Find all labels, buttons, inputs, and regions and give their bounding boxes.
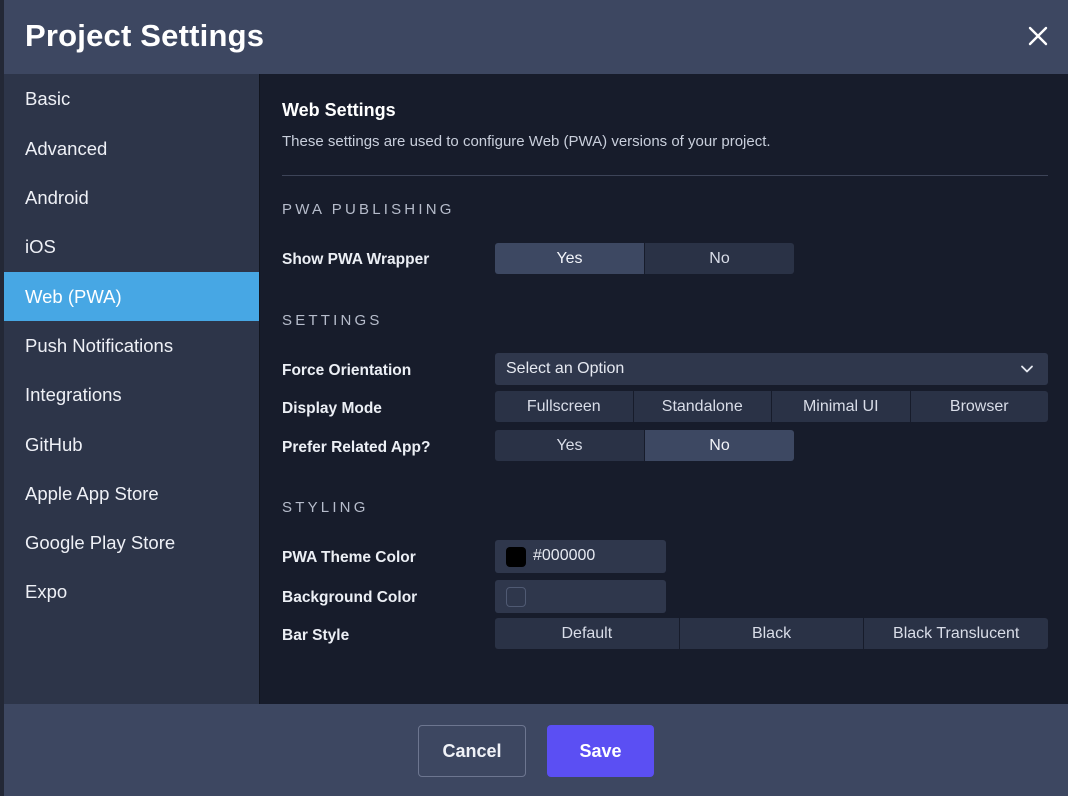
dialog-header: Project Settings (4, 0, 1068, 74)
background-color-field[interactable] (495, 580, 666, 613)
settings-content: Web Settings These settings are used to … (259, 74, 1068, 704)
save-button[interactable]: Save (547, 725, 654, 777)
prefer-related-app-no[interactable]: No (645, 430, 794, 461)
dialog-footer: Cancel Save (4, 704, 1068, 796)
settings-sidebar: Basic Advanced Android iOS Web (PWA) Pus… (4, 74, 259, 704)
sidebar-item-ios[interactable]: iOS (4, 222, 259, 271)
display-mode-minimal-ui[interactable]: Minimal UI (772, 391, 911, 422)
theme-color-swatch[interactable] (506, 547, 526, 567)
prefer-related-app-toggle: Yes No (495, 430, 794, 461)
display-mode-standalone[interactable]: Standalone (633, 391, 772, 422)
divider (282, 175, 1048, 176)
sidebar-item-google-play-store[interactable]: Google Play Store (4, 518, 259, 567)
sidebar-item-basic[interactable]: Basic (4, 74, 259, 123)
display-mode-label: Display Mode (282, 400, 382, 417)
prefer-related-app-yes[interactable]: Yes (495, 430, 645, 461)
sidebar-item-apple-app-store[interactable]: Apple App Store (4, 469, 259, 518)
force-orientation-label: Force Orientation (282, 362, 412, 379)
display-mode-toggle: Fullscreen Standalone Minimal UI Browser (495, 391, 1048, 422)
project-settings-dialog: Project Settings Basic Advanced Android … (4, 0, 1068, 796)
section-description: These settings are used to configure Web… (282, 133, 771, 150)
display-mode-fullscreen[interactable]: Fullscreen (495, 391, 634, 422)
show-pwa-wrapper-label: Show PWA Wrapper (282, 251, 430, 268)
show-pwa-wrapper-yes[interactable]: Yes (495, 243, 645, 274)
group-heading-settings: SETTINGS (282, 312, 383, 329)
group-heading-styling: STYLING (282, 499, 369, 516)
background-color-swatch[interactable] (506, 587, 526, 607)
sidebar-item-web-pwa[interactable]: Web (PWA) (4, 272, 259, 321)
chevron-down-icon (1021, 365, 1033, 373)
prefer-related-app-label: Prefer Related App? (282, 439, 431, 456)
bar-style-toggle: Default Black Black Translucent (495, 618, 1049, 649)
force-orientation-value: Select an Option (506, 360, 625, 377)
sidebar-item-expo[interactable]: Expo (4, 567, 259, 616)
group-heading-pwa-publishing: PWA PUBLISHING (282, 201, 455, 218)
sidebar-item-push-notifications[interactable]: Push Notifications (4, 321, 259, 370)
show-pwa-wrapper-no[interactable]: No (645, 243, 794, 274)
sidebar-item-android[interactable]: Android (4, 173, 259, 222)
display-mode-browser[interactable]: Browser (910, 391, 1048, 422)
theme-color-value: #000000 (533, 547, 596, 564)
background-color-label: Background Color (282, 589, 418, 606)
bar-style-default[interactable]: Default (495, 618, 680, 649)
show-pwa-wrapper-toggle: Yes No (495, 243, 794, 274)
bar-style-label: Bar Style (282, 627, 350, 644)
pwa-theme-color-field[interactable]: #000000 (495, 540, 666, 573)
sidebar-item-integrations[interactable]: Integrations (4, 370, 259, 419)
sidebar-item-advanced[interactable]: Advanced (4, 124, 259, 173)
bar-style-black[interactable]: Black (679, 618, 865, 649)
section-title: Web Settings (282, 100, 396, 120)
dialog-title: Project Settings (25, 18, 265, 53)
close-icon (1028, 26, 1048, 46)
force-orientation-select[interactable]: Select an Option (495, 353, 1048, 385)
cancel-button[interactable]: Cancel (418, 725, 526, 777)
pwa-theme-color-label: PWA Theme Color (282, 549, 416, 566)
bar-style-black-translucent[interactable]: Black Translucent (864, 618, 1049, 649)
sidebar-item-github[interactable]: GitHub (4, 420, 259, 469)
close-button[interactable] (1026, 24, 1050, 48)
